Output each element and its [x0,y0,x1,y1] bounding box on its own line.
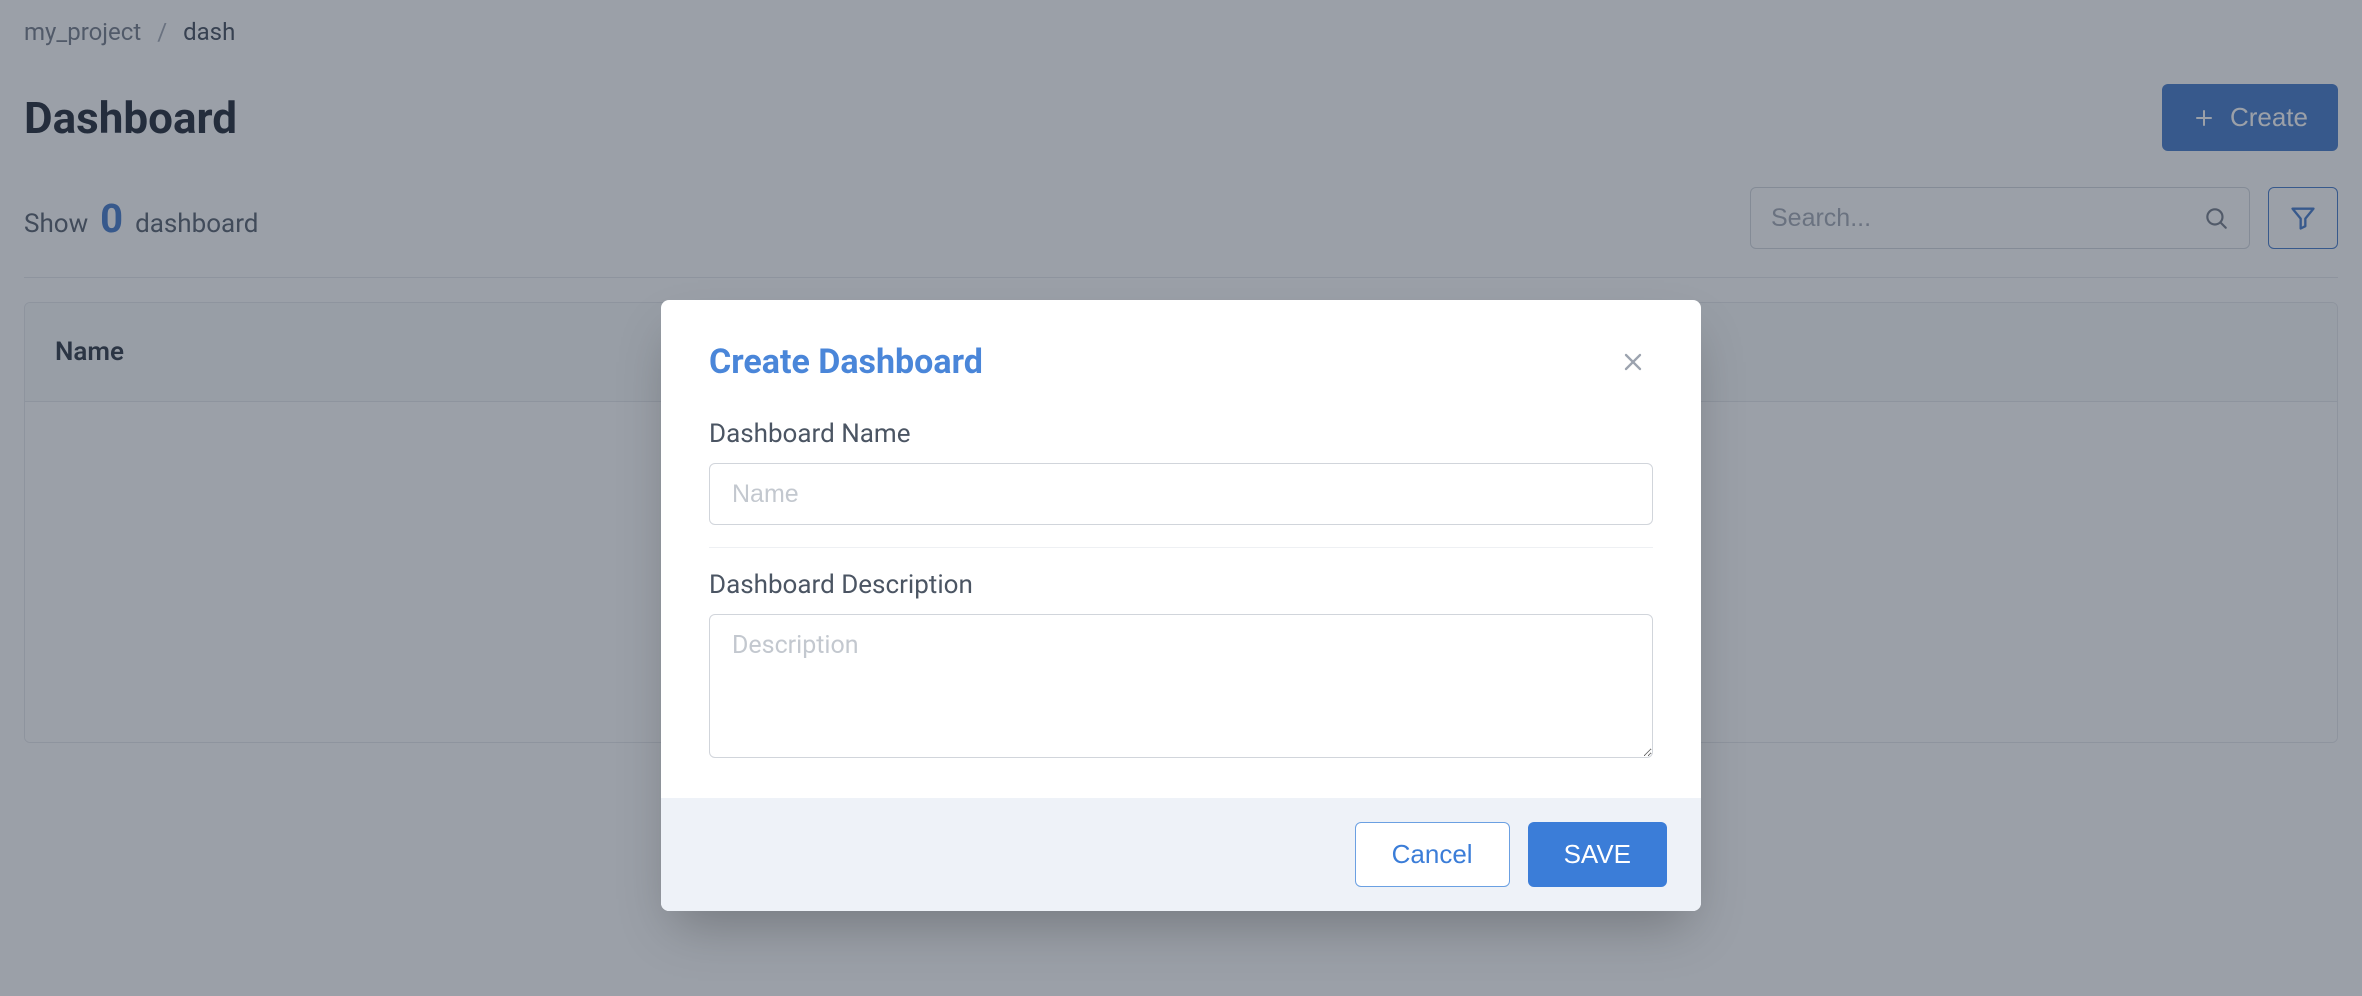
field-separator [709,547,1653,548]
dashboard-description-label: Dashboard Description [709,570,1653,600]
create-dashboard-modal: Create Dashboard Dashboard Name Dashboar… [661,300,1701,911]
modal-body: Dashboard Name Dashboard Description [661,395,1701,798]
dashboard-name-label: Dashboard Name [709,419,1653,449]
modal-close-button[interactable] [1613,342,1653,385]
dashboard-name-input[interactable] [709,463,1653,525]
modal-title: Create Dashboard [709,342,983,382]
cancel-button[interactable]: Cancel [1355,822,1510,887]
modal-footer: Cancel SAVE [661,798,1701,911]
modal-header: Create Dashboard [661,300,1701,395]
close-icon [1619,348,1647,376]
dashboard-description-input[interactable] [709,614,1653,758]
modal-overlay[interactable]: Create Dashboard Dashboard Name Dashboar… [0,0,2362,996]
save-button[interactable]: SAVE [1528,822,1667,887]
